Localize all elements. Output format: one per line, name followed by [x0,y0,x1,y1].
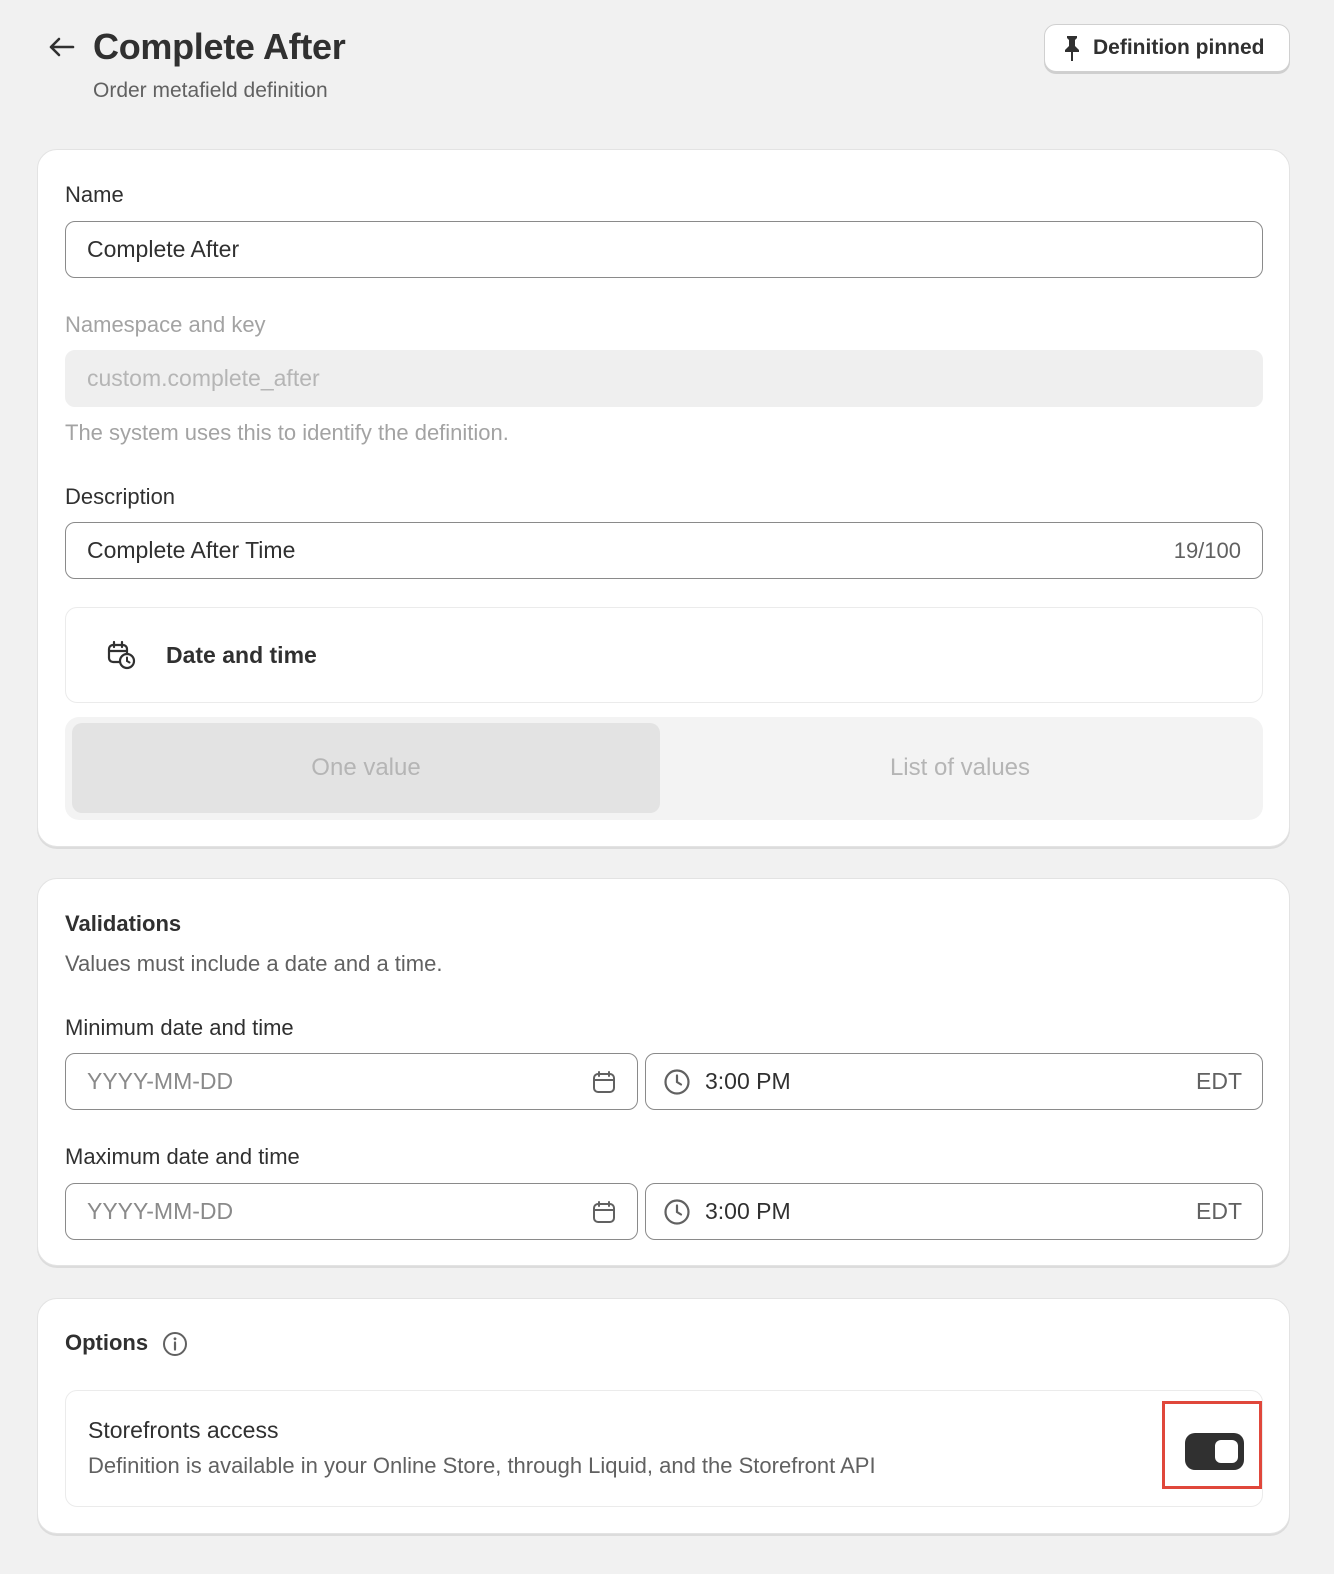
max-timezone: EDT [1196,1198,1242,1224]
description-label: Description [65,484,176,509]
calendar-clock-icon [107,640,136,670]
name-value: Complete After [87,236,240,262]
storefront-access-description: Definition is available in your Online S… [88,1453,876,1478]
description-value: Complete After Time [87,537,296,563]
clock-icon [664,1198,690,1225]
definition-pinned-button[interactable]: Definition pinned [1044,24,1290,72]
page-subtitle: Order metafield definition [93,79,328,102]
min-time-value: 3:00 PM [705,1068,791,1094]
value-type-segmented-control: One value List of values [65,717,1263,820]
name-label: Name [65,182,124,207]
type-selector[interactable]: Date and time [65,607,1263,703]
namespace-value: custom.complete_after [87,365,320,391]
storefront-access-toggle[interactable] [1185,1433,1244,1470]
character-counter: 19/100 [1173,537,1241,563]
pin-icon [1065,36,1079,61]
name-input[interactable]: Complete After [65,221,1263,278]
one-value-option[interactable]: One value [72,723,660,813]
page-header: Complete After Order metafield definitio… [0,0,1334,140]
arrow-left-icon [49,37,75,57]
calendar-icon[interactable] [592,1070,616,1094]
options-title-row: Options [65,1330,188,1357]
description-input[interactable]: Complete After Time 19/100 [65,522,1263,579]
storefront-access-option: Storefronts access Definition is availab… [65,1390,1263,1507]
max-date-placeholder: YYYY-MM-DD [87,1198,234,1224]
validations-title: Validations [65,911,182,936]
back-button[interactable] [44,30,78,64]
validations-card: Validations Values must include a date a… [37,878,1290,1266]
max-datetime-label: Maximum date and time [65,1144,300,1169]
highlight-frame [1162,1401,1262,1489]
storefront-access-title: Storefronts access [88,1417,279,1443]
max-time-value: 3:00 PM [705,1198,791,1224]
list-of-values-option[interactable]: List of values [665,723,1255,813]
namespace-label: Namespace and key [65,312,266,337]
max-time-input[interactable]: 3:00 PM EDT [645,1183,1263,1240]
min-datetime-label: Minimum date and time [65,1015,294,1040]
validations-subtitle: Values must include a date and a time. [65,951,443,976]
definition-card: Name Complete After Namespace and key cu… [37,149,1290,847]
info-icon[interactable] [162,1331,188,1357]
page-title: Complete After [93,26,346,67]
namespace-help: The system uses this to identify the def… [65,420,509,445]
toggle-knob [1215,1440,1238,1463]
clock-icon [664,1068,690,1095]
calendar-icon[interactable] [592,1200,616,1224]
min-date-placeholder: YYYY-MM-DD [87,1068,234,1094]
type-label: Date and time [166,641,317,668]
min-time-input[interactable]: 3:00 PM EDT [645,1053,1263,1110]
namespace-input: custom.complete_after [65,350,1263,407]
pin-button-label: Definition pinned [1093,36,1265,59]
options-card: Options Storefronts access Definition is… [37,1298,1290,1534]
options-title: Options [65,1330,149,1355]
max-date-input[interactable]: YYYY-MM-DD [65,1183,638,1240]
min-date-input[interactable]: YYYY-MM-DD [65,1053,638,1110]
min-timezone: EDT [1196,1068,1242,1094]
